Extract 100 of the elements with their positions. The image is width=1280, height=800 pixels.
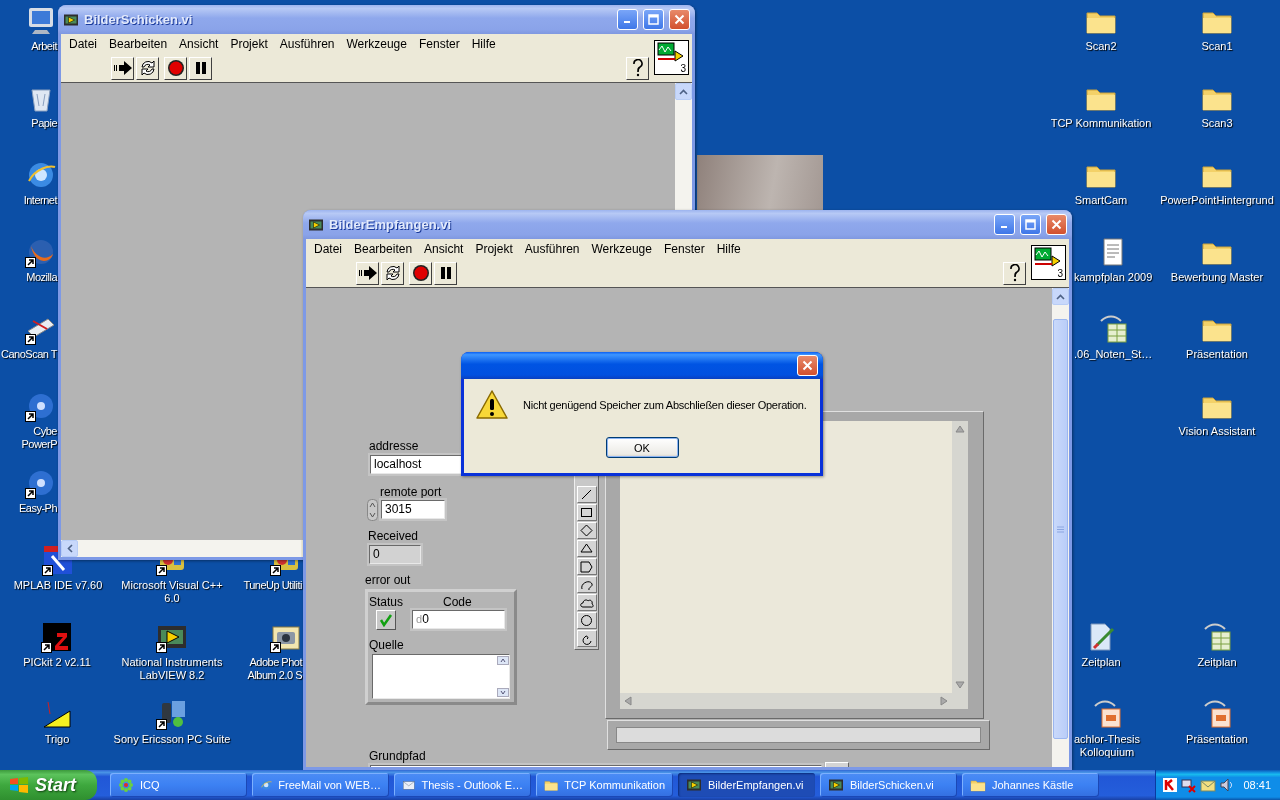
taskbar-button[interactable]: ICQ [110, 773, 247, 797]
icon-label[interactable]: Scan1 [1201, 40, 1233, 53]
tool-button[interactable] [576, 594, 597, 611]
run-continuously-button[interactable] [381, 261, 404, 285]
menu-item[interactable]: Werkzeuge [340, 35, 413, 53]
scrollbar[interactable] [675, 83, 692, 210]
run-arrow-icon [358, 266, 377, 280]
menu-item[interactable]: Ansicht [173, 35, 225, 53]
icon-label[interactable]: Scan3 [1201, 117, 1233, 130]
taskbar-button[interactable]: FreeMail von WEB… [252, 773, 389, 797]
scroll-thumb[interactable] [1053, 319, 1068, 739]
menu-item[interactable]: Ausführen [518, 240, 586, 258]
icon-label[interactable]: kampfplan 2009 [1074, 271, 1153, 284]
tool-button[interactable] [576, 576, 597, 593]
menu-item[interactable]: Ausführen [273, 35, 341, 53]
icon-label[interactable]: MPLAB IDE v7.60 [13, 579, 103, 592]
menu-item[interactable]: Ansicht [418, 240, 470, 258]
taskbar-button[interactable]: TCP Kommunikation [536, 773, 673, 797]
scroll-up-button[interactable] [675, 83, 692, 100]
run-button[interactable] [356, 261, 379, 285]
icon-label[interactable]: Scan2 [1085, 40, 1117, 53]
rectangle-tool-icon [579, 505, 594, 520]
icon-label[interactable]: SmartCam [1074, 194, 1128, 207]
network-icon[interactable] [1181, 777, 1197, 793]
run-continuously-button[interactable] [136, 56, 159, 80]
icon-label[interactable]: TuneUp Utiliti [243, 579, 302, 592]
icon-label[interactable]: Easy-Ph [18, 502, 57, 515]
help-button[interactable] [1003, 261, 1026, 285]
icon-label[interactable]: National Instruments LabVIEW 8.2 [121, 656, 223, 682]
menu-item[interactable]: Fenster [412, 35, 466, 53]
text-area[interactable] [372, 654, 510, 699]
number-field[interactable]: d0 [412, 610, 505, 629]
text-field[interactable]: localhost [370, 455, 462, 474]
icon-label[interactable]: Microsoft Visual C++ 6.0 [121, 579, 223, 605]
menu-item[interactable]: Bearbeiten [103, 35, 174, 53]
icon-label[interactable]: Zeitplan [1081, 656, 1121, 669]
tool-button[interactable] [576, 504, 597, 521]
menu-item[interactable]: Bearbeiten [348, 240, 419, 258]
menu-item[interactable]: Datei [308, 240, 348, 258]
taskbar-button[interactable]: BilderSchicken.vi [820, 773, 957, 797]
abort-button[interactable] [409, 261, 432, 285]
abort-button[interactable] [164, 56, 187, 80]
icon-label[interactable]: PowerPointHintergrund [1160, 194, 1274, 207]
icon-label[interactable]: Arbeit [31, 40, 57, 53]
scrollbar[interactable] [61, 540, 301, 557]
number-field[interactable]: 3015 [381, 500, 445, 519]
tool-button[interactable] [576, 612, 597, 629]
envelope-icon[interactable] [1200, 777, 1216, 793]
menu-item[interactable]: Werkzeuge [585, 240, 658, 258]
icon-label[interactable]: Internet [23, 194, 57, 207]
close-button[interactable] [797, 355, 818, 376]
icon-label[interactable]: achlor-Thesis Kolloquium [1074, 733, 1141, 759]
close-button[interactable] [669, 9, 690, 30]
pause-button[interactable] [189, 56, 212, 80]
pause-icon [439, 267, 452, 279]
icon-label[interactable]: Präsentation [1186, 733, 1248, 746]
close-button[interactable] [1046, 214, 1067, 235]
ok-button[interactable]: OK [605, 437, 679, 458]
icon-label[interactable]: Zeitplan [1197, 656, 1237, 669]
taskbar-button[interactable]: Thesis - Outlook E… [394, 773, 531, 797]
minimize-button[interactable] [994, 214, 1015, 235]
tool-button[interactable] [576, 486, 597, 503]
help-button[interactable] [626, 56, 649, 80]
icon-label[interactable]: TCP Kommunikation [1050, 117, 1152, 130]
icon-label[interactable]: Cybe PowerP [21, 425, 57, 451]
scroll-up-button[interactable] [1052, 288, 1069, 305]
icon-label[interactable]: Bewerbung Master [1170, 271, 1264, 284]
menu-item[interactable]: Datei [63, 35, 103, 53]
taskbar-button[interactable]: BilderEmpfangen.vi [678, 773, 815, 797]
icon-label[interactable]: PICkit 2 v2.11 [23, 656, 91, 669]
maximize-button[interactable] [1020, 214, 1041, 235]
tool-button[interactable] [576, 630, 597, 647]
icon-label[interactable]: Sony Ericsson PC Suite [113, 733, 231, 746]
icon-label[interactable]: .06_Noten_St… [1074, 348, 1153, 361]
speaker-icon[interactable] [1219, 777, 1235, 793]
run-button[interactable] [111, 56, 134, 80]
window-title: BilderSchicken.vi [84, 12, 194, 27]
menu-item[interactable]: Projekt [224, 35, 274, 53]
menu-item[interactable]: Projekt [469, 240, 519, 258]
spin-arrows-icon[interactable] [367, 499, 378, 521]
scrollbar[interactable] [1052, 288, 1069, 767]
tool-button[interactable] [576, 558, 597, 575]
tray-app-icon[interactable] [1162, 777, 1178, 793]
icon-label[interactable]: CanoScan T [1, 348, 57, 361]
icon-label[interactable]: Mozilla [26, 271, 57, 284]
menu-item[interactable]: Hilfe [710, 240, 747, 258]
warning-icon [475, 389, 509, 421]
icon-label[interactable]: Adobe Phot Album 2.0 S [247, 656, 302, 682]
menu-item[interactable]: Hilfe [465, 35, 502, 53]
icon-label[interactable]: Trigo [44, 733, 70, 746]
maximize-button[interactable] [643, 9, 664, 30]
taskbar-button[interactable]: Johannes Kästle [962, 773, 1099, 797]
icon-label[interactable]: Vision Assistant [1178, 425, 1256, 438]
pause-button[interactable] [434, 261, 457, 285]
menu-item[interactable]: Fenster [657, 240, 711, 258]
icon-label[interactable]: Präsentation [1186, 348, 1248, 361]
tool-button[interactable] [576, 540, 597, 557]
minimize-button[interactable] [617, 9, 638, 30]
icon-label[interactable]: Papie [31, 117, 57, 130]
scroll-left-button[interactable] [61, 540, 78, 557]
